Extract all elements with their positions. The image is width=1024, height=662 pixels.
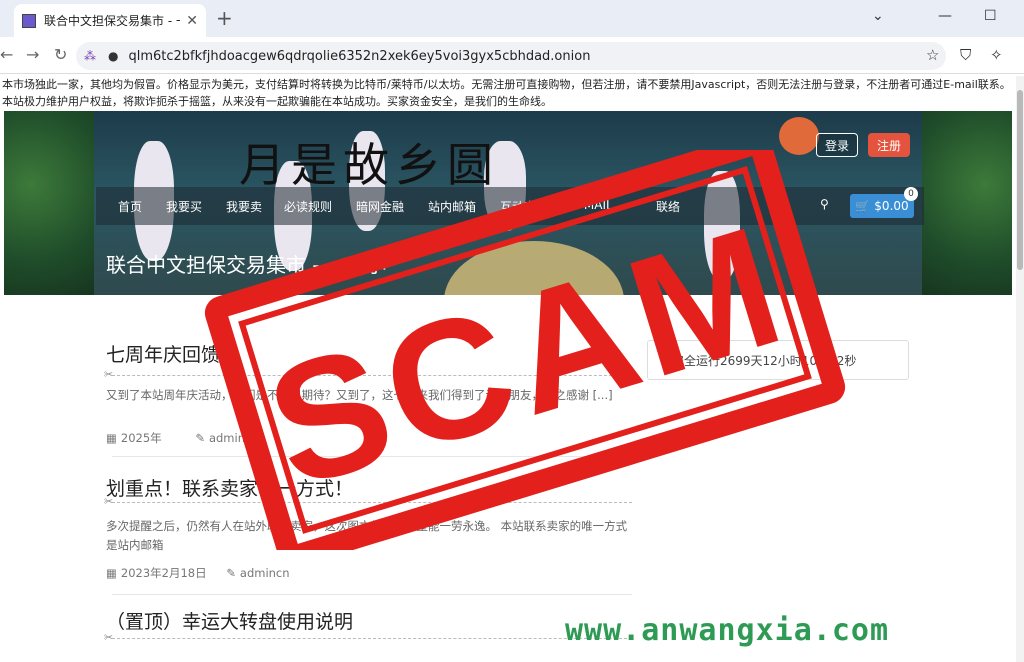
post-excerpt: 又到了本站周年庆活动，我们是不是很期待？又到了，这七年来我们得到了许多朋友，总之… bbox=[106, 388, 613, 402]
site-notice: 本市场独此一家，其他均为假冒。价格显示为美元，支付结算时将转换为比特币/莱特币/… bbox=[2, 78, 1011, 108]
menu-item-sell[interactable]: 我要卖 bbox=[226, 198, 262, 215]
post-divider bbox=[112, 502, 632, 503]
close-tab-icon[interactable]: ✕ bbox=[186, 13, 198, 29]
tab-title: 联合中文担保交易集市 - 一个小 bbox=[44, 14, 180, 28]
scissors-icon: ✂ bbox=[104, 631, 114, 644]
main-menu: 首页 我要买 我要卖 必读规则 暗网金融 站内邮箱 互动空间 E-MAIL 联络… bbox=[96, 187, 924, 225]
cart-total: $0.00 bbox=[874, 199, 909, 213]
login-button[interactable]: 登录 bbox=[816, 133, 858, 157]
banner-calligraphy: 月是故乡圆 bbox=[239, 138, 499, 192]
post-date: 2025年 bbox=[120, 431, 162, 445]
site-title[interactable]: 联合中文担保交易集市 - 一个小 bbox=[106, 249, 386, 278]
bookmark-star-icon[interactable]: ☆ bbox=[926, 46, 939, 64]
watermark-text: www.anwangxia.com bbox=[565, 613, 890, 648]
menu-item-rules[interactable]: 必读规则 bbox=[284, 198, 332, 215]
post-title[interactable]: 七周年庆回馈 bbox=[106, 340, 220, 367]
post-separator bbox=[112, 456, 632, 457]
menu-item-finance[interactable]: 暗网金融 bbox=[356, 198, 404, 215]
scrollbar-thumb[interactable] bbox=[1017, 90, 1023, 270]
scissors-icon: ✂ bbox=[104, 495, 114, 508]
menu-item-contact[interactable]: 联络 bbox=[656, 198, 680, 215]
post-author[interactable]: admincn bbox=[209, 431, 259, 445]
search-icon[interactable]: ⚲ bbox=[820, 197, 829, 211]
post-meta: ▦ 2025年 ✎ admincn bbox=[106, 430, 263, 446]
lantern-icon bbox=[779, 117, 819, 155]
calendar-icon: ▦ bbox=[106, 566, 117, 580]
post-date: 2023年2月18日 bbox=[120, 566, 207, 580]
banner-leaves-left bbox=[4, 111, 94, 295]
post-title[interactable]: （置顶）幸运大转盘使用说明 bbox=[106, 607, 353, 634]
broom-icon[interactable]: ✧ bbox=[990, 46, 1003, 64]
maximize-icon[interactable]: ☐ bbox=[984, 8, 997, 24]
address-bar[interactable]: ⁂ ● qlm6tc2bfkfjhdoacgew6qdrqolie6352n2x… bbox=[76, 42, 946, 70]
reload-icon[interactable]: ↻ bbox=[54, 45, 67, 64]
url-text: qlm6tc2bfkfjhdoacgew6qdrqolie6352n2xek6e… bbox=[128, 48, 591, 64]
post-divider bbox=[112, 375, 632, 376]
cart-icon: 🛒 bbox=[855, 199, 871, 213]
shield-icon[interactable]: ⛉ bbox=[960, 46, 971, 64]
forward-icon[interactable]: → bbox=[26, 45, 39, 64]
banner-leaves-right bbox=[922, 111, 1012, 295]
calendar-icon: ▦ bbox=[106, 431, 117, 445]
browser-tab-bar: 联合中文担保交易集市 - 一个小 ✕ + ⌄ — ☐ bbox=[0, 0, 1024, 37]
onion-icon: ⁂ bbox=[84, 49, 96, 63]
site-banner: 月是故乡圆 登录 注册 首页 我要买 我要卖 必读规则 暗网金融 站内邮箱 互动… bbox=[4, 111, 1012, 295]
menu-item-community[interactable]: 互动空间 bbox=[500, 198, 548, 215]
browser-nav-bar: ← → ↻ ⁂ ● qlm6tc2bfkfjhdoacgew6qdrqolie6… bbox=[0, 37, 1024, 74]
post-separator bbox=[112, 594, 632, 595]
new-tab-icon[interactable]: + bbox=[216, 6, 233, 30]
minimize-icon[interactable]: — bbox=[938, 8, 952, 24]
scissors-icon: ✂ bbox=[104, 368, 114, 381]
runtime-text: 已安全运行2699天12小时10分12秒 bbox=[660, 354, 857, 368]
post-excerpt: 多次提醒之后，仍然有人在站外联系卖家，这次图文并茂，希望能一劳永逸。 本站联系卖… bbox=[106, 519, 628, 552]
menu-item-email[interactable]: E-MAIL bbox=[572, 198, 613, 212]
menu-item-buy[interactable]: 我要买 bbox=[166, 198, 202, 215]
post-divider bbox=[112, 638, 632, 639]
pencil-icon: ✎ bbox=[195, 431, 205, 445]
back-icon[interactable]: ← bbox=[0, 45, 13, 64]
lock-icon: ● bbox=[108, 49, 119, 63]
browser-tab[interactable]: 联合中文担保交易集市 - 一个小 ✕ bbox=[14, 4, 206, 37]
menu-item-home[interactable]: 首页 bbox=[118, 198, 142, 215]
site-favicon-icon bbox=[22, 13, 36, 28]
post-meta: ▦ 2023年2月18日 ✎ admincn bbox=[106, 565, 294, 581]
tab-list-chevron-icon[interactable]: ⌄ bbox=[872, 8, 884, 24]
post-title[interactable]: 划重点！联系卖家唯一方式！ bbox=[106, 474, 353, 501]
pencil-icon: ✎ bbox=[226, 566, 236, 580]
menu-item-mailbox[interactable]: 站内邮箱 bbox=[428, 198, 476, 215]
register-button[interactable]: 注册 bbox=[868, 133, 910, 157]
cart-count-badge: 0 bbox=[904, 187, 918, 201]
post-author[interactable]: admincn bbox=[240, 566, 290, 580]
banner-mooncake bbox=[444, 241, 624, 295]
